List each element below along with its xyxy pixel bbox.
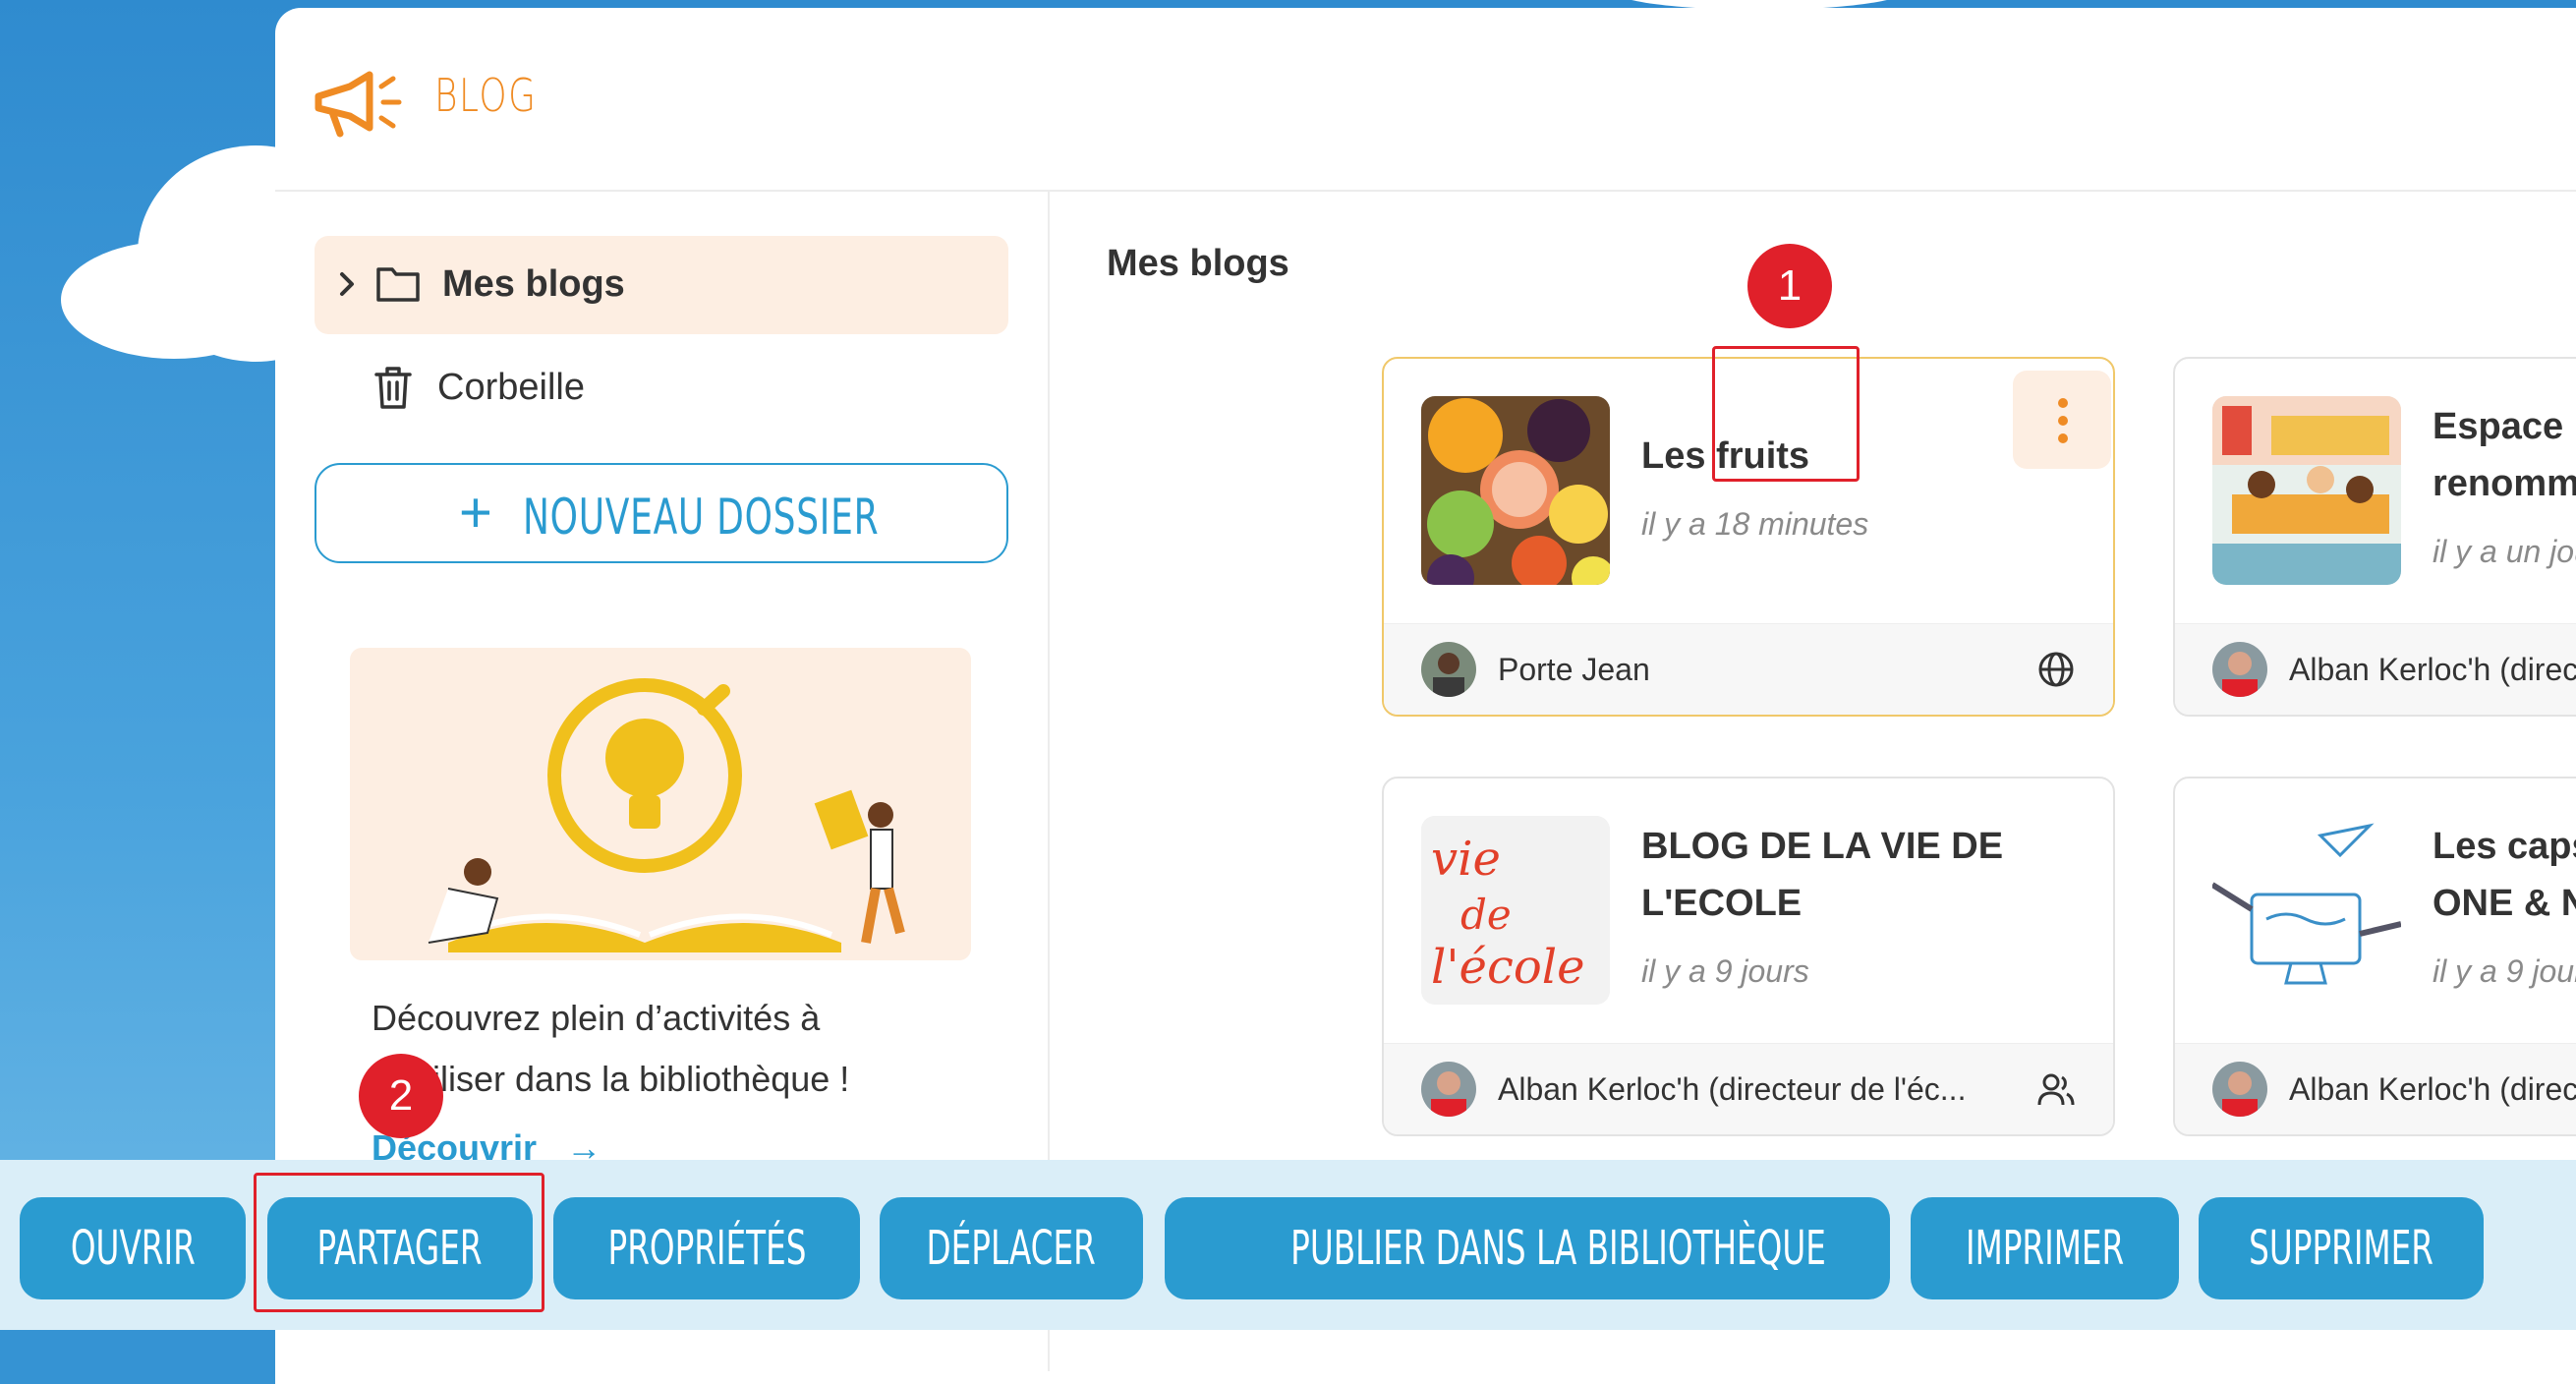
blog-date: il y a un jour <box>2433 534 2576 569</box>
blog-title: BLOG DE LA VIE DE L'ECOLE <box>1641 826 2004 924</box>
app-title: BLOG <box>434 69 538 122</box>
print-button[interactable]: IMPRIMER <box>1911 1197 2179 1299</box>
sidebar-item-label: Corbeille <box>437 367 585 408</box>
blog-date: il y a 18 minutes <box>1641 506 1869 542</box>
blog-author: Porte Jean <box>1498 652 1650 687</box>
blog-card-footer: Porte Jean <box>1384 623 2113 715</box>
blog-title: Espace restauration - renommé <box>2433 406 2576 504</box>
sidebar-item-corbeille[interactable]: Corbeille <box>315 349 1008 428</box>
chevron-right-icon[interactable] <box>332 269 362 299</box>
kebab-dot <box>2058 433 2068 443</box>
svg-text:l'école: l'école <box>1431 940 1585 995</box>
highlight-share-button <box>254 1173 544 1312</box>
blog-author: Alban Kerloc'h (directeur de l'éc... <box>2289 652 2576 687</box>
folder-icon <box>376 267 420 302</box>
svg-text:vie: vie <box>1431 832 1501 887</box>
blog-card[interactable]: vie de l'école BLOG DE LA VIE DE L'ECOLE… <box>1382 777 2115 1136</box>
svg-text:de: de <box>1460 891 1512 939</box>
delete-button[interactable]: SUPPRIMER <box>2199 1197 2484 1299</box>
new-folder-label: NOUVEAU DOSSIER <box>523 489 880 546</box>
section-title: Mes blogs <box>1107 243 1289 284</box>
kebab-dot <box>2058 416 2068 426</box>
blog-card-footer: Alban Kerloc'h (directeur de l'éc... <box>2175 1043 2576 1134</box>
avatar <box>1421 1062 1476 1117</box>
lightbulb-book-illustration <box>428 678 905 952</box>
sidebar-item-mes-blogs[interactable]: Mes blogs <box>315 236 1008 334</box>
blog-date: il y a 9 jours <box>2433 953 2576 989</box>
blog-title: Les capsules vidéo de ONE & NEO <box>2433 826 2576 924</box>
blog-card-footer: Alban Kerloc'h (directeur de l'éc... <box>1384 1043 2113 1134</box>
avatar <box>2212 1062 2267 1117</box>
move-button[interactable]: DÉPLACER <box>880 1197 1143 1299</box>
blog-card-footer: Alban Kerloc'h (directeur de l'éc... <box>2175 623 2576 715</box>
open-button[interactable]: OUVRIR <box>20 1197 246 1299</box>
blog-card[interactable]: Espace restauration - renommé il y a un … <box>2173 357 2576 717</box>
avatar <box>2212 642 2267 697</box>
sidebar-item-label: Mes blogs <box>442 263 625 305</box>
blog-thumbnail <box>1421 396 1610 585</box>
megaphone-icon <box>315 71 402 138</box>
more-options-button[interactable] <box>2013 371 2111 469</box>
promo-text: Découvrez plein d’activités à réutiliser… <box>372 998 850 1099</box>
blog-card[interactable]: Les capsules vidéo de ONE & NEO il y a 9… <box>2173 777 2576 1136</box>
globe-icon <box>2038 652 2074 687</box>
step-badge-2: 2 <box>359 1054 443 1138</box>
blog-author: Alban Kerloc'h (directeur de l'éc... <box>1498 1071 1967 1107</box>
blog-date: il y a 9 jours <box>1641 953 1809 989</box>
properties-button[interactable]: PROPRIÉTÉS <box>553 1197 860 1299</box>
trash-icon <box>374 367 412 409</box>
step-badge-1: 1 <box>1747 244 1832 328</box>
kebab-dot <box>2058 398 2068 408</box>
blog-thumbnail <box>2212 816 2401 1005</box>
blog-author: Alban Kerloc'h (directeur de l'éc... <box>2289 1071 2576 1107</box>
publish-library-button[interactable]: PUBLIER DANS LA BIBLIOTHÈQUE <box>1165 1197 1890 1299</box>
avatar <box>1421 642 1476 697</box>
highlight-more-options <box>1712 346 1860 482</box>
blog-thumbnail <box>2212 396 2401 585</box>
plus-icon: + <box>459 481 492 545</box>
app-header: BLOG <box>275 8 2576 192</box>
new-folder-button[interactable]: + NOUVEAU DOSSIER <box>315 463 1008 563</box>
users-icon <box>2037 1073 2075 1106</box>
blog-thumbnail: vie de l'école <box>1421 816 1610 1005</box>
library-promo-illustration <box>350 648 971 960</box>
